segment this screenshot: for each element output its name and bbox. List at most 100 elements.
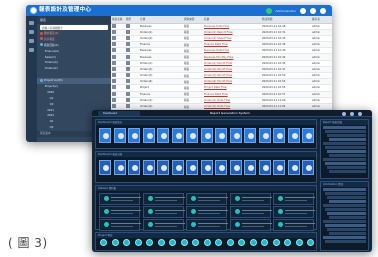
dashboard-tile[interactable] [244,160,256,175]
tree-item[interactable] [327,196,366,199]
dataset-card[interactable] [273,193,315,205]
tree-item[interactable] [327,150,366,153]
dashboard-tile[interactable] [215,128,227,143]
home-icon[interactable] [29,21,34,25]
dataset-card[interactable] [142,193,185,205]
dashboard-tile[interactable] [128,128,140,143]
dashboard-tile[interactable] [273,160,285,175]
column-header[interactable]: 報表名稱 [111,16,125,24]
project-icon[interactable] [146,239,153,246]
project-icon[interactable] [215,239,222,246]
project-icon[interactable] [134,239,142,246]
dashboard-tile[interactable] [287,128,300,143]
project-icon[interactable] [111,239,119,246]
tree-item[interactable] [327,134,366,137]
project-icon[interactable] [261,239,268,246]
dashboard-tile[interactable] [229,160,242,175]
project-icon[interactable] [284,239,291,246]
tree-item[interactable] [323,236,366,239]
project-icon[interactable] [169,239,176,246]
user-status-icon[interactable] [265,7,272,14]
dashboard-tile[interactable] [215,160,227,175]
column-header[interactable]: 修改時間 [261,16,311,24]
dashboard-tile[interactable] [142,160,155,175]
project-icon[interactable] [100,239,107,246]
dashboard-tile[interactable] [171,128,184,143]
dashboard-tile[interactable] [200,128,213,143]
user-name[interactable]: Administrator [276,9,296,13]
dataset-card[interactable] [229,193,272,205]
column-header[interactable]: 擁有者 [311,16,332,24]
tree-item[interactable] [327,228,366,231]
help-icon[interactable] [310,7,316,14]
settings-icon[interactable] [350,111,354,116]
dataset-card[interactable] [186,219,228,231]
dashboard-tab[interactable]: Dashboard [98,111,140,116]
project-icon[interactable] [203,239,211,246]
dashboard-tile[interactable] [99,128,111,143]
tree-item[interactable] [325,224,366,227]
project-icon[interactable] [272,239,280,246]
tree-item[interactable] [323,158,366,161]
dashboard-tile[interactable] [302,128,314,143]
settings-icon[interactable] [300,7,306,14]
dashboard-tile[interactable] [142,128,155,143]
dashboard-tile[interactable] [157,128,169,143]
dashboard-tile[interactable] [171,160,184,175]
project-icon[interactable] [295,239,303,246]
user-icon[interactable] [342,111,346,116]
project-icon[interactable] [180,239,188,246]
project-icon[interactable] [238,239,245,246]
tree-item[interactable] [329,170,366,173]
dataset-card[interactable] [229,219,272,231]
dashboard-tile[interactable] [244,128,256,143]
project-icon[interactable] [249,239,257,246]
report-icon[interactable] [29,30,34,34]
tree-item[interactable] [329,232,366,235]
dashboard-tile[interactable] [302,160,314,175]
tree-item[interactable] [329,138,366,141]
dataset-card[interactable] [99,206,141,218]
logout-icon[interactable] [320,7,326,14]
column-header[interactable]: 資料來源 [183,16,203,24]
dashboard-tile[interactable] [186,160,198,175]
tree-item[interactable] [325,130,366,133]
chart-icon[interactable] [29,48,34,52]
dashboard-tile[interactable] [258,128,271,143]
dashboard-tile[interactable] [128,160,140,175]
dashboard-tile[interactable] [258,160,271,175]
column-header[interactable]: 類型 [125,16,139,24]
tree-item[interactable] [325,208,366,211]
dashboard-tile[interactable] [287,160,300,175]
tree-item[interactable] [323,188,366,191]
tree-item[interactable] [323,204,366,207]
dashboard-tile[interactable] [273,128,285,143]
dashboard-tile[interactable] [229,128,242,143]
tree-item[interactable] [327,212,366,215]
dashboard-tile[interactable] [186,128,198,143]
close-icon[interactable] [358,111,362,116]
tree-item[interactable] [323,142,366,145]
project-icon[interactable] [226,239,234,246]
tree-item[interactable] [327,166,366,169]
search-input[interactable]: 請輸入名稱關鍵字 [40,25,108,30]
dashboard-tile[interactable] [99,160,111,175]
dataset-card[interactable] [142,206,185,218]
dataset-card[interactable] [229,206,272,218]
dashboard-tile[interactable] [113,160,126,175]
dataset-card[interactable] [142,219,185,231]
dataset-card[interactable] [99,219,141,231]
dataset-card[interactable] [186,206,228,218]
column-header[interactable]: 名稱 [203,16,261,24]
project-icon[interactable] [157,239,165,246]
tree-item[interactable] [325,240,366,243]
tree-item[interactable] [329,200,366,203]
project-icon[interactable] [192,239,199,246]
tree-item[interactable] [323,220,366,223]
dashboard-tile[interactable] [113,128,126,143]
tree-item[interactable] [325,192,366,195]
dataset-card[interactable] [273,206,315,218]
tree-item[interactable] [329,154,366,157]
folder-icon[interactable] [29,39,34,43]
dashboard-tile[interactable] [157,160,169,175]
